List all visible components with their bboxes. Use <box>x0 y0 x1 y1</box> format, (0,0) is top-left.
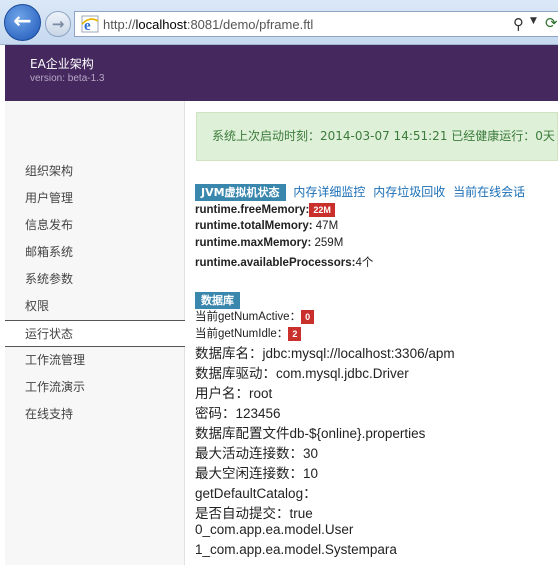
sidebar-item[interactable]: 在线支持 <box>5 401 185 428</box>
db-info-line: 数据库名：jdbc:mysql://localhost:3306/apm <box>195 346 455 361</box>
db-info-line: 密码：123456 <box>195 406 281 421</box>
num-idle-badge: 2 <box>288 326 302 341</box>
search-icon[interactable]: ⚲ <box>513 15 524 33</box>
sidebar: 组织架构 用户管理 信息发布 邮箱系统 系统参数 权限 运行状态 工作流管理 工作流演示 在线支持 <box>5 101 185 565</box>
db-label: 数据库 <box>195 292 240 309</box>
sidebar-item[interactable]: 用户管理 <box>5 185 185 212</box>
sidebar-item[interactable]: 组织架构 <box>5 158 185 185</box>
num-active-badge: 0 <box>301 309 315 324</box>
sidebar-item[interactable]: 信息发布 <box>5 212 185 239</box>
db-info-line: 最大活动连接数：30 <box>195 446 319 461</box>
db-info-line: getDefaultCatalog： <box>195 486 317 501</box>
status-alert: 系统上次启动时刻：2014-03-07 14:51:21 已经健康运行：0天 <box>196 112 558 161</box>
db-info-line: 数据库配置文件db-${online}.properties <box>195 426 426 441</box>
db-info-line: 是否自动提交：true <box>195 506 313 521</box>
processors-row: runtime.availableProcessors:4个 <box>195 257 374 269</box>
num-idle-row: 当前getNumIdle： 2 <box>195 325 302 341</box>
db-section-header: 数据库 <box>195 289 240 309</box>
app-header: EA企业架构 version: beta-1.3 <box>5 45 558 101</box>
jvm-section-header: JVM虚拟机状态 内存详细监控 内存垃圾回收 当前在线会话 <box>195 183 525 201</box>
db-info-line: 用户名：root <box>195 386 273 401</box>
sidebar-item[interactable]: 工作流演示 <box>5 374 185 401</box>
sidebar-item[interactable]: 权限 <box>5 293 185 320</box>
db-info-line: 数据库驱动：com.mysql.jdbc.Driver <box>195 366 409 381</box>
sidebar-item[interactable]: 系统参数 <box>5 266 185 293</box>
online-sessions-link[interactable]: 当前在线会话 <box>453 185 525 199</box>
memory-detail-link[interactable]: 内存详细监控 <box>293 185 365 199</box>
chevron-down-icon[interactable]: ▼ <box>530 16 537 26</box>
sidebar-item[interactable]: 运行状态 <box>5 320 185 347</box>
ie-page-icon: e <box>81 15 99 33</box>
max-memory-row: runtime.maxMemory: 259M <box>195 237 344 249</box>
back-arrow-icon[interactable]: ← <box>4 4 41 41</box>
app-version: version: beta-1.3 <box>30 73 105 84</box>
total-memory-row: runtime.totalMemory: 47M <box>195 220 339 232</box>
url-text[interactable]: http://localhost:8081/demo/pframe.ftl <box>103 17 313 32</box>
refresh-icon[interactable]: ⟳ <box>545 14 558 32</box>
db-info-line: 1_com.app.ea.model.Systempara <box>195 542 397 557</box>
address-bar[interactable]: e http://localhost:8081/demo/pframe.ftl … <box>74 11 558 37</box>
free-memory-row: runtime.freeMemory: 22M <box>195 203 335 217</box>
db-info-line: 0_com.app.ea.model.User <box>195 522 354 537</box>
jvm-label: JVM虚拟机状态 <box>195 184 286 201</box>
browser-toolbar: ← → e http://localhost:8081/demo/pframe.… <box>0 0 558 45</box>
sidebar-item[interactable]: 工作流管理 <box>5 347 185 374</box>
app-title: EA企业架构 <box>30 57 94 71</box>
sidebar-item[interactable]: 邮箱系统 <box>5 239 185 266</box>
forward-arrow-icon[interactable]: → <box>45 11 71 37</box>
db-info-line: 最大空闲连接数：10 <box>195 466 319 481</box>
free-memory-badge: 22M <box>309 203 335 217</box>
memory-gc-link[interactable]: 内存垃圾回收 <box>373 185 445 199</box>
num-active-row: 当前getNumActive： 0 <box>195 308 315 324</box>
